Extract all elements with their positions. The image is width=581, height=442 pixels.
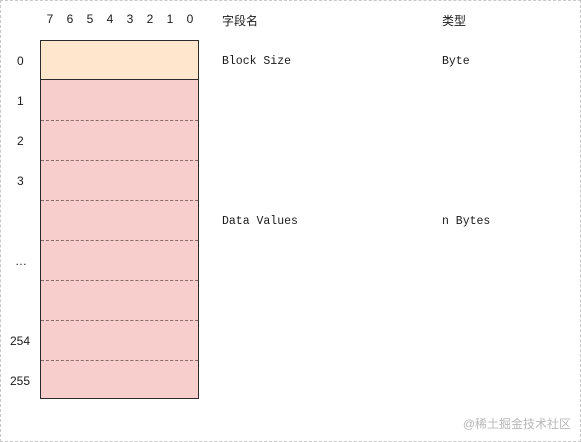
field-data-values-type: n Bytes [442, 215, 491, 228]
field-block-size-type: Byte [442, 55, 470, 68]
type-header: 类型 [442, 14, 467, 28]
row-index-1: 1 [17, 94, 24, 108]
bit-label-5: 5 [86, 12, 94, 26]
field-name-header: 字段名 [222, 14, 259, 28]
bit-index-labels: 7 6 5 4 3 2 1 0 [40, 12, 200, 26]
row-index-ellipsis: … [15, 254, 27, 268]
bit-label-2: 2 [146, 12, 154, 26]
row-divider [41, 200, 198, 201]
bit-label-3: 3 [126, 12, 134, 26]
row-divider [41, 280, 198, 281]
field-data-values-name: Data Values [222, 215, 298, 228]
field-block-size-name: Block Size [222, 55, 292, 68]
row-index-3: 3 [17, 174, 24, 188]
row-divider [41, 320, 198, 321]
row-index-0: 0 [17, 54, 24, 68]
bit-label-6: 6 [66, 12, 74, 26]
row-divider [41, 160, 198, 161]
bit-label-4: 4 [106, 12, 114, 26]
bit-label-0: 0 [186, 12, 194, 26]
row-divider [41, 120, 198, 121]
row-divider [41, 240, 198, 241]
bit-label-1: 1 [166, 12, 174, 26]
row-index-255: 255 [10, 374, 31, 388]
row-divider [41, 360, 198, 361]
byte-block [40, 40, 199, 399]
row-index-254: 254 [10, 334, 31, 348]
bit-label-7: 7 [46, 12, 54, 26]
watermark: @稀土掘金技术社区 [462, 417, 571, 431]
row-index-2: 2 [17, 134, 24, 148]
block-size-cell [41, 41, 198, 80]
